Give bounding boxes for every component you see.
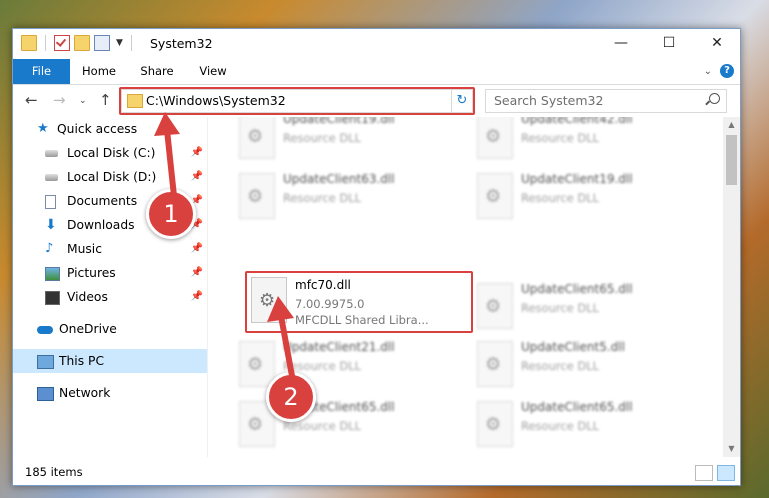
- arrow-2-head: [267, 296, 294, 322]
- callout-arrows: [154, 112, 295, 377]
- arrow-1-shaft: [164, 129, 177, 197]
- arrow-1-head: [154, 112, 180, 136]
- arrow-2-shaft: [278, 315, 295, 377]
